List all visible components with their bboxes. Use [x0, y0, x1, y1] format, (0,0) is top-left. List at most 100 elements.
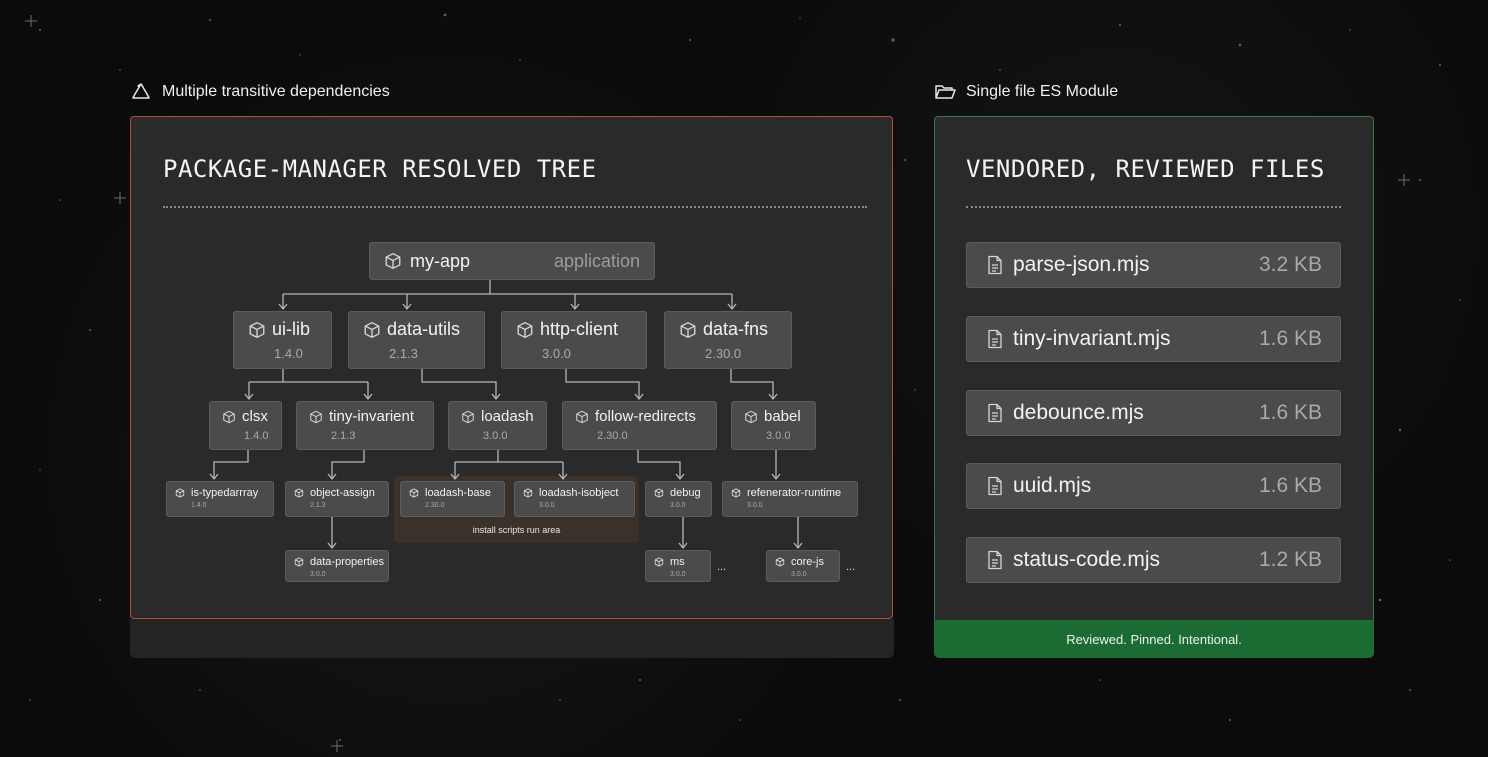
- file-name: parse-json.mjs: [1013, 253, 1150, 276]
- package-icon: [731, 488, 741, 498]
- package-name: loadash-base: [425, 487, 492, 499]
- right-divider: [966, 206, 1341, 208]
- more-ellipsis: ...: [717, 561, 727, 573]
- file-name: status-code.mjs: [1013, 548, 1161, 571]
- package-version: 1.4.0: [191, 502, 207, 509]
- tree-node-level3: loadash-base 2.30.0: [400, 481, 505, 517]
- tree-node-level1: ui-lib 1.4.0: [233, 311, 332, 369]
- package-icon: [680, 321, 696, 338]
- tree-node-root: my-app application: [369, 242, 655, 280]
- package-icon: [576, 410, 588, 423]
- tree-node-level3: object-assign 2.1.3: [285, 481, 389, 517]
- tree-node-level2: babel 3.0.0: [731, 401, 816, 450]
- package-name: object-assign: [310, 487, 375, 499]
- package-icon: [310, 410, 322, 423]
- tree-node-level2: follow-redirects 2.30.0: [562, 401, 717, 450]
- file-name: tiny-invariant.mjs: [1013, 327, 1171, 350]
- package-name: is-typedarrray: [191, 487, 259, 499]
- tree-node-level1: data-fns 2.30.0: [664, 311, 792, 369]
- package-icon: [775, 557, 785, 567]
- package-version: 3.0.0: [766, 430, 791, 442]
- tree-node-level1: http-client 3.0.0: [501, 311, 647, 369]
- package-name: data-utils: [387, 319, 461, 339]
- package-version: 3.0.0: [791, 571, 807, 578]
- package-icon: [654, 488, 664, 498]
- package-name: clsx: [242, 408, 268, 425]
- package-icon: [745, 410, 757, 423]
- tree-node-level2: loadash 3.0.0: [448, 401, 547, 450]
- package-icon: [294, 488, 304, 498]
- package-icon: [175, 488, 185, 498]
- package-name: babel: [764, 408, 801, 425]
- package-version: 3.0.0: [483, 430, 508, 442]
- package-name: http-client: [540, 319, 619, 339]
- vendored-file-row: debounce.mjs 1.6 KB: [966, 390, 1341, 436]
- tree-node-level4: core-js 3.0.0: [766, 550, 840, 582]
- package-version: 2.1.3: [310, 502, 326, 509]
- package-icon: [223, 410, 235, 423]
- package-name: debug: [670, 487, 701, 499]
- package-name: ms: [670, 556, 685, 568]
- root-node-name: my-app: [410, 250, 471, 271]
- package-version: 3.0.0: [670, 502, 686, 509]
- package-version: 1.4.0: [274, 346, 303, 361]
- file-icon: [988, 403, 1002, 423]
- package-name: tiny-invarient: [329, 408, 415, 425]
- file-size: 1.2 KB: [1258, 548, 1322, 571]
- package-version: 3.0.0: [310, 571, 326, 578]
- package-version: 2.30.0: [597, 430, 628, 442]
- file-size: 3.2 KB: [1258, 253, 1322, 276]
- vendored-file-row: status-code.mjs 1.2 KB: [966, 537, 1341, 583]
- tree-node-level2: clsx 1.4.0: [209, 401, 282, 450]
- package-version: 1.4.0: [244, 430, 269, 442]
- package-version: 3.0.0: [542, 346, 571, 361]
- package-version: 2.1.3: [331, 430, 356, 442]
- package-name: loadash: [481, 408, 534, 425]
- file-icon: [988, 329, 1002, 349]
- package-icon: [409, 488, 419, 498]
- file-name: uuid.mjs: [1013, 474, 1092, 497]
- tree-node-level3: refenerator-runtime 3.0.0: [722, 481, 858, 517]
- vendored-files-title: VENDORED, REVIEWED FILES: [966, 155, 1325, 183]
- package-version: 3.0.0: [670, 571, 686, 578]
- package-version: 2.30.0: [425, 502, 445, 509]
- package-version: 3.0.0: [539, 502, 555, 509]
- tree-node-level1: data-utils 2.1.3: [348, 311, 485, 369]
- package-icon: [385, 253, 401, 269]
- root-node-role: application: [553, 250, 640, 271]
- file-icon: [988, 476, 1002, 496]
- tree-node-level2: tiny-invarient 2.1.3: [296, 401, 434, 450]
- file-icon: [988, 550, 1002, 570]
- tree-node-level3: is-typedarrray 1.4.0: [166, 481, 274, 517]
- more-ellipsis: ...: [846, 561, 856, 573]
- package-version: 2.30.0: [705, 346, 742, 361]
- tree-node-level4: data-properties 3.0.0: [285, 550, 389, 582]
- package-version: 2.1.3: [389, 346, 418, 361]
- package-name: data-properties: [310, 556, 384, 568]
- tree-node-level3: loadash-isobject 3.0.0: [514, 481, 635, 517]
- tree-node-level3: debug 3.0.0: [645, 481, 712, 517]
- package-name: loadash-isobject: [539, 487, 619, 499]
- tree-node-level4: ms 3.0.0: [645, 550, 711, 582]
- package-name: data-fns: [703, 319, 769, 339]
- vendored-file-row: parse-json.mjs 3.2 KB: [966, 242, 1341, 288]
- package-icon: [364, 321, 380, 338]
- package-icon: [517, 321, 533, 338]
- package-icon: [249, 321, 265, 338]
- file-size: 1.6 KB: [1258, 474, 1322, 497]
- package-icon: [462, 410, 474, 423]
- file-name: debounce.mjs: [1013, 401, 1144, 424]
- file-icon: [988, 255, 1002, 275]
- package-icon: [654, 557, 664, 567]
- package-version: 3.0.0: [747, 502, 763, 509]
- package-name: core-js: [791, 556, 825, 568]
- package-name: refenerator-runtime: [747, 487, 842, 499]
- file-size: 1.6 KB: [1258, 327, 1322, 350]
- file-size: 1.6 KB: [1258, 401, 1322, 424]
- package-icon: [294, 557, 304, 567]
- package-name: ui-lib: [272, 319, 311, 339]
- vendored-footer: Reviewed. Pinned. Intentional.: [934, 620, 1374, 658]
- vendored-file-row: uuid.mjs 1.6 KB: [966, 463, 1341, 509]
- vendored-file-row: tiny-invariant.mjs 1.6 KB: [966, 316, 1341, 362]
- package-icon: [523, 488, 533, 498]
